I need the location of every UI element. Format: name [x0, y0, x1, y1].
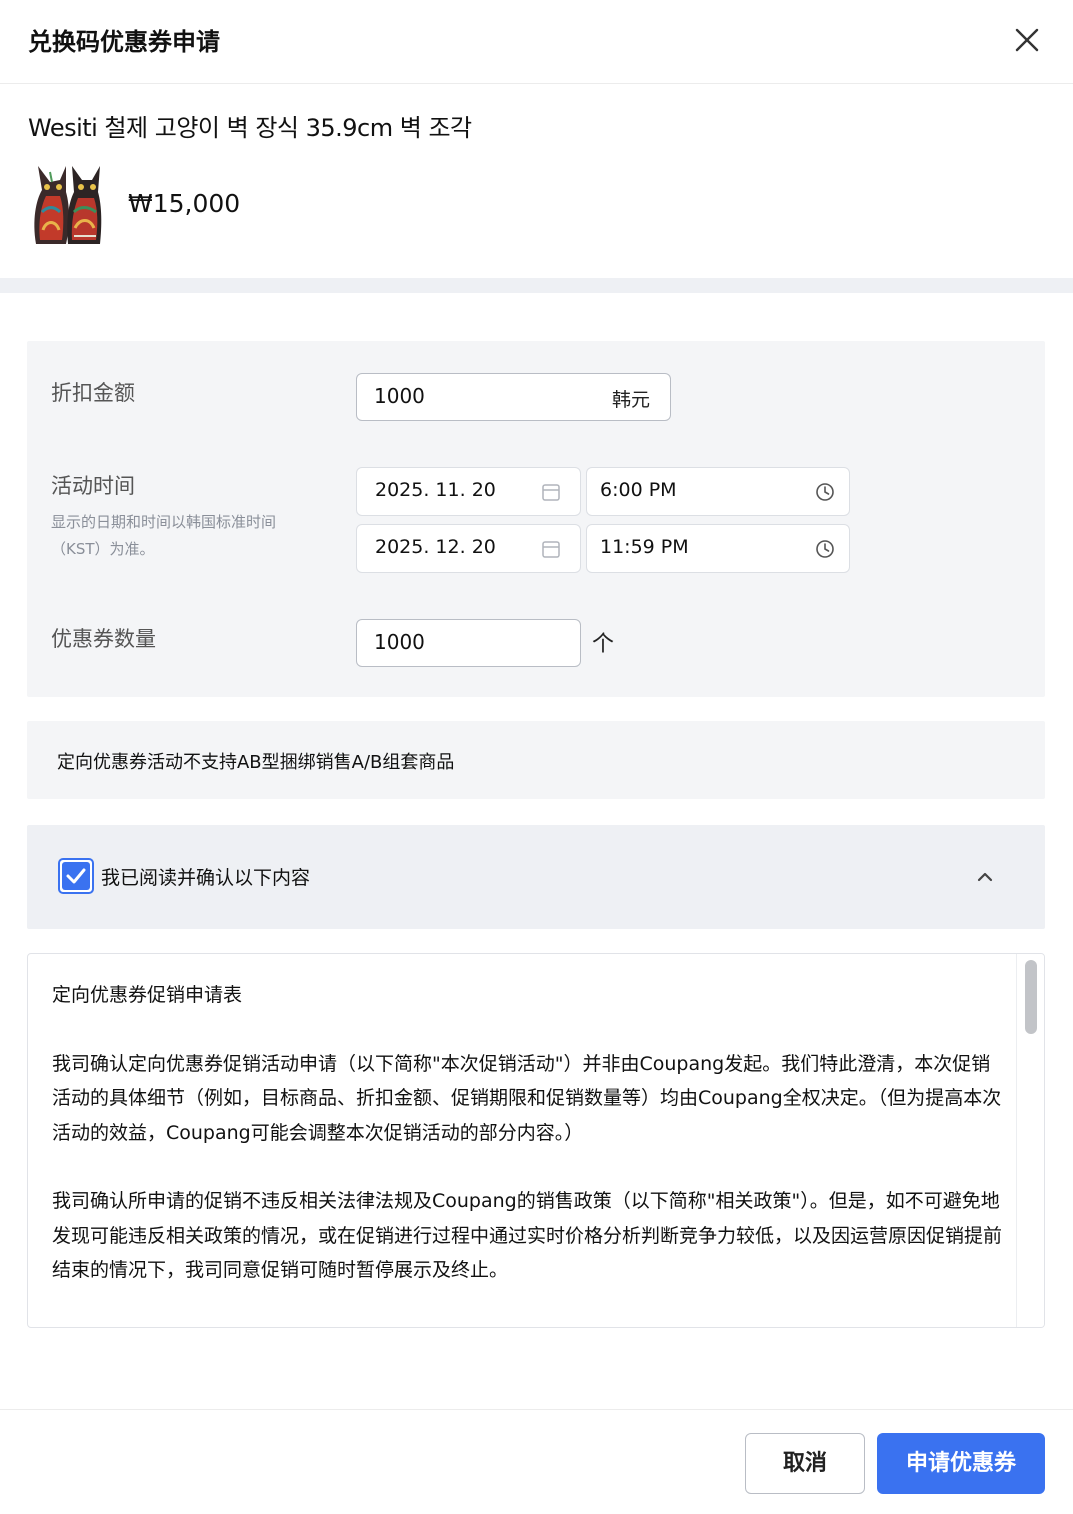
modal-title: 兑换码优惠券申请: [28, 28, 220, 56]
product-price: ₩15,000: [128, 189, 241, 218]
terms-title: 定向优惠券促销申请表: [52, 984, 243, 1006]
calendar-icon: [542, 484, 560, 501]
discount-suffix: 韩元: [595, 373, 671, 421]
notice-box: 定向优惠券活动不支持AB型捆绑销售A/B组套商品: [27, 721, 1045, 799]
agreement-accordion[interactable]: 我已阅读并确认以下内容: [27, 825, 1045, 929]
period-note: 显示的日期和时间以韩国标准时间（KST）为准。: [51, 513, 277, 558]
calendar-icon: [542, 541, 560, 558]
agreement-checkbox[interactable]: [58, 858, 94, 894]
currency-unit: 韩元: [612, 389, 651, 411]
scrollbar-thumb[interactable]: [1025, 960, 1037, 1034]
cat-wall-decor-thumbnail: [34, 166, 102, 244]
terms-paragraph: 我司确认所申请的促销不违反相关法律法规及Coupang的销售政策（以下简称"相关…: [52, 1190, 1003, 1281]
discount-label: 折扣金额: [51, 381, 135, 405]
period-label: 活动时间: [51, 474, 135, 498]
end-date-value: 2025. 12. 20: [375, 536, 496, 558]
agreement-label: 我已阅读并确认以下内容: [101, 867, 311, 889]
footer-divider: [0, 1409, 1073, 1410]
modal-header: 兑换码优惠券申请: [0, 0, 1073, 84]
close-button[interactable]: [1009, 22, 1045, 58]
end-time-field[interactable]: 11:59 PM: [586, 524, 850, 573]
terms-content: 定向优惠券促销申请表 我司确认定向优惠券促销活动申请（以下简称"本次促销活动"）…: [52, 978, 1002, 1322]
terms-scroll-box[interactable]: 定向优惠券促销申请表 我司确认定向优惠券促销活动申请（以下简称"本次促销活动"）…: [27, 953, 1045, 1328]
quantity-input[interactable]: 1000: [356, 619, 581, 667]
end-time-value: 11:59 PM: [600, 536, 689, 558]
start-time-field[interactable]: 6:00 PM: [586, 467, 850, 516]
quantity-value: 1000: [374, 630, 425, 654]
chevron-up-icon[interactable]: [973, 865, 997, 889]
start-date-value: 2025. 11. 20: [375, 479, 496, 501]
terms-paragraph: 我司确认定向优惠券促销活动申请（以下简称"本次促销活动"）并非由Coupang发…: [52, 1052, 1002, 1144]
start-time-value: 6:00 PM: [600, 479, 677, 501]
clock-icon: [816, 483, 834, 501]
clock-icon: [816, 540, 834, 558]
cancel-button[interactable]: 取消: [745, 1433, 865, 1494]
end-date-field[interactable]: 2025. 12. 20: [356, 524, 581, 573]
quantity-unit: 个: [592, 632, 615, 657]
check-icon: [66, 868, 86, 884]
start-date-field[interactable]: 2025. 11. 20: [356, 467, 581, 516]
discount-value: 1000: [374, 384, 425, 408]
quantity-label: 优惠券数量: [51, 627, 156, 651]
discount-input[interactable]: 1000: [356, 373, 596, 421]
product-thumbnail: [30, 160, 104, 246]
notice-text: 定向优惠券活动不支持AB型捆绑销售A/B组套商品: [57, 752, 455, 773]
checkbox-fill: [62, 862, 90, 890]
coupon-form-panel: 折扣金额 1000 韩元 活动时间 显示的日期和时间以韩国标准时间（KST）为准…: [27, 341, 1045, 697]
scrollbar[interactable]: [1016, 954, 1044, 1327]
section-divider: [0, 278, 1073, 293]
product-name: Wesiti 철제 고양이 벽 장식 35.9cm 벽 조각: [28, 114, 472, 142]
close-icon: [1015, 28, 1039, 52]
apply-coupon-button[interactable]: 申请优惠券: [877, 1433, 1045, 1494]
